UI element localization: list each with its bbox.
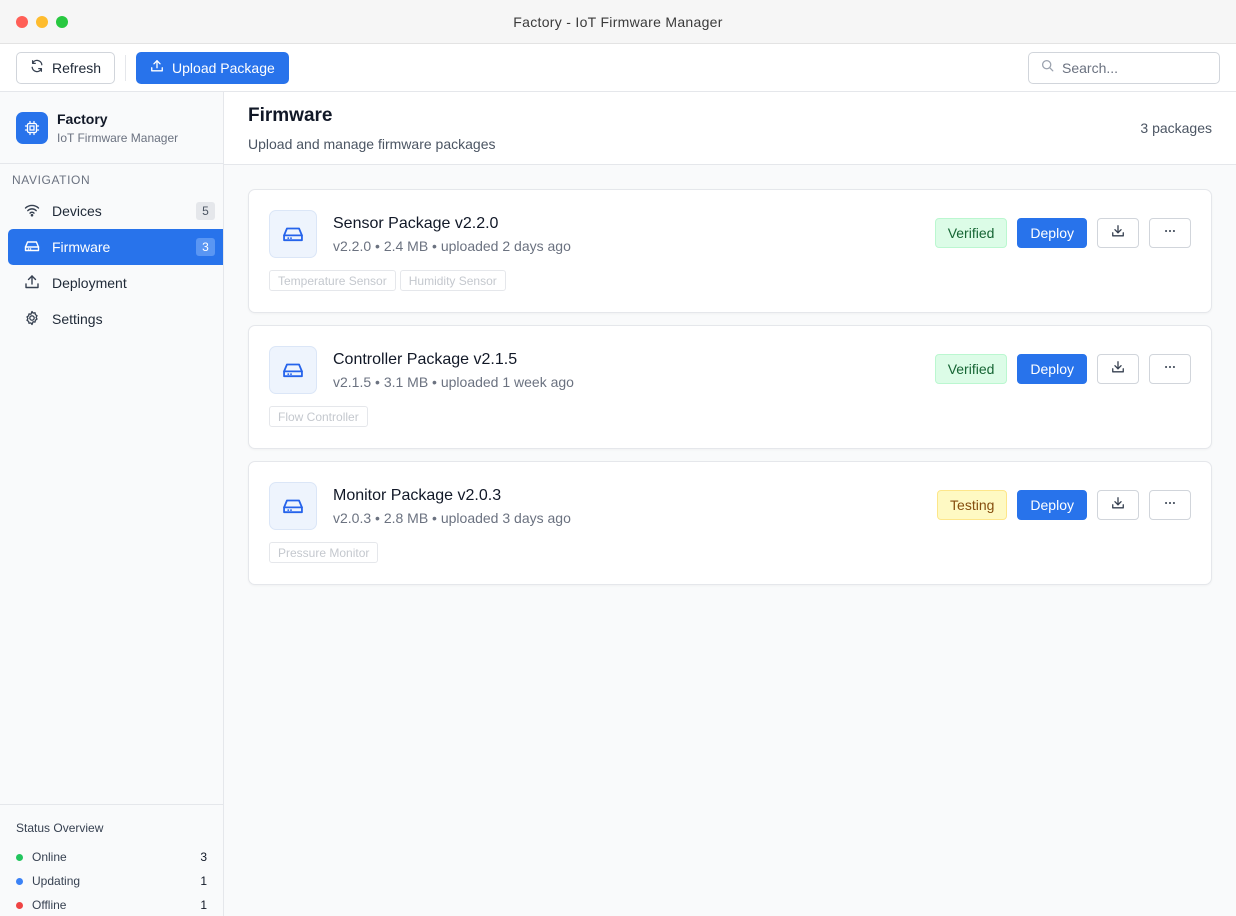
sidebar-item-label: Firmware: [52, 239, 111, 255]
close-window-button[interactable]: [16, 16, 28, 28]
upload-package-label: Upload Package: [172, 59, 275, 76]
device-tag: Humidity Sensor: [399, 270, 506, 291]
brand-header: Factory IoT Firmware Manager: [0, 92, 223, 164]
package-actions: Verified Deploy: [934, 354, 1191, 384]
download-button[interactable]: [1097, 354, 1139, 384]
package-tags: Temperature Sensor Humidity Sensor: [269, 270, 506, 291]
package-tags: Pressure Monitor: [269, 542, 379, 563]
status-badge: Testing: [937, 490, 1008, 520]
window-title: Factory - IoT Firmware Manager: [513, 13, 723, 30]
hard-drive-icon: [24, 238, 40, 257]
status-label: Offline: [32, 898, 67, 912]
sidebar-item-settings[interactable]: Settings: [8, 301, 223, 337]
nav-heading: NAVIGATION: [12, 173, 91, 187]
more-icon: [1163, 224, 1177, 243]
title-bar: Factory - IoT Firmware Manager: [0, 0, 1236, 44]
hard-drive-icon: [269, 346, 317, 394]
download-button[interactable]: [1097, 218, 1139, 248]
package-tags: Flow Controller: [269, 406, 368, 427]
gear-icon: [24, 310, 40, 329]
chip-icon: [16, 111, 48, 144]
download-icon: [1111, 224, 1125, 243]
status-overview-title: Status Overview: [16, 821, 104, 835]
status-badge: Verified: [934, 218, 1008, 248]
deploy-button[interactable]: Deploy: [1017, 490, 1087, 520]
sidebar: Factory IoT Firmware Manager NAVIGATION …: [0, 92, 224, 916]
download-icon: [1111, 496, 1125, 515]
page-title: Firmware: [248, 105, 333, 126]
status-row-offline: Offline 1: [16, 893, 207, 916]
device-tag: Temperature Sensor: [269, 270, 396, 291]
package-meta: v2.0.3 • 2.8 MB • uploaded 3 days ago: [333, 510, 571, 526]
minimize-window-button[interactable]: [36, 16, 48, 28]
status-row-online: Online 3: [16, 845, 207, 869]
updating-dot-icon: [16, 877, 23, 885]
hard-drive-icon: [269, 482, 317, 530]
package-name: Monitor Package v2.0.3: [333, 487, 502, 504]
sidebar-item-label: Devices: [52, 203, 102, 219]
status-count: 1: [200, 874, 207, 888]
package-card: Sensor Package v2.2.0 v2.2.0 • 2.4 MB • …: [248, 189, 1212, 313]
sidebar-item-label: Settings: [52, 311, 103, 327]
upload-icon: [24, 274, 40, 293]
toolbar: Refresh Upload Package: [0, 44, 1236, 92]
device-tag: Pressure Monitor: [269, 542, 379, 563]
package-name: Controller Package v2.1.5: [333, 351, 518, 368]
deploy-button[interactable]: Deploy: [1017, 354, 1087, 384]
search-icon: [1041, 59, 1054, 77]
deploy-button[interactable]: Deploy: [1017, 218, 1087, 248]
search-input[interactable]: [1062, 60, 1202, 76]
page-subtitle: Upload and manage firmware packages: [248, 136, 496, 152]
package-card: Monitor Package v2.0.3 v2.0.3 • 2.8 MB •…: [248, 461, 1212, 585]
wifi-icon: [24, 202, 40, 221]
status-row-updating: Updating 1: [16, 869, 207, 893]
main-content: Firmware Upload and manage firmware pack…: [224, 92, 1236, 916]
package-card: Controller Package v2.1.5 v2.1.5 • 3.1 M…: [248, 325, 1212, 449]
device-tag: Flow Controller: [269, 406, 368, 427]
upload-icon: [150, 59, 164, 76]
status-count: 1: [200, 898, 207, 912]
status-count: 3: [200, 850, 207, 864]
brand-name: Factory: [57, 110, 108, 127]
app-window: Factory - IoT Firmware Manager Refresh U…: [0, 0, 1236, 916]
online-dot-icon: [16, 853, 23, 861]
nav-count-badge: 3: [196, 238, 215, 256]
more-options-button[interactable]: [1149, 490, 1191, 520]
offline-dot-icon: [16, 901, 23, 909]
window-controls: [16, 16, 68, 28]
refresh-icon: [30, 59, 44, 76]
hard-drive-icon: [269, 210, 317, 258]
refresh-button[interactable]: Refresh: [16, 51, 116, 84]
more-icon: [1163, 360, 1177, 379]
package-name: Sensor Package v2.2.0: [333, 215, 499, 232]
status-badge: Verified: [934, 354, 1008, 384]
sidebar-item-label: Deployment: [52, 275, 127, 291]
search-box: [1028, 52, 1220, 84]
package-meta: v2.1.5 • 3.1 MB • uploaded 1 week ago: [333, 374, 574, 390]
status-overview: Status Overview Online 3 Updating 1 Offl…: [0, 804, 223, 916]
more-options-button[interactable]: [1149, 354, 1191, 384]
sidebar-item-devices[interactable]: Devices 5: [8, 193, 223, 229]
more-options-button[interactable]: [1149, 218, 1191, 248]
package-actions: Testing Deploy: [937, 490, 1191, 520]
zoom-window-button[interactable]: [56, 16, 68, 28]
toolbar-divider: [125, 54, 127, 81]
more-icon: [1163, 496, 1177, 515]
nav-count-badge: 5: [196, 202, 215, 220]
sidebar-item-firmware[interactable]: Firmware 3: [8, 229, 223, 265]
package-list: Sensor Package v2.2.0 v2.2.0 • 2.4 MB • …: [224, 165, 1236, 585]
download-icon: [1111, 360, 1125, 379]
package-meta: v2.2.0 • 2.4 MB • uploaded 2 days ago: [333, 238, 571, 254]
sidebar-item-deployment[interactable]: Deployment: [8, 265, 223, 301]
package-count: 3 packages: [1140, 120, 1212, 136]
status-label: Online: [32, 850, 67, 864]
refresh-label: Refresh: [52, 59, 102, 76]
page-header: Firmware Upload and manage firmware pack…: [224, 92, 1236, 165]
upload-package-button[interactable]: Upload Package: [136, 51, 289, 84]
download-button[interactable]: [1097, 490, 1139, 520]
brand-subtitle: IoT Firmware Manager: [57, 130, 179, 145]
status-label: Updating: [32, 874, 81, 888]
package-actions: Verified Deploy: [934, 218, 1191, 248]
